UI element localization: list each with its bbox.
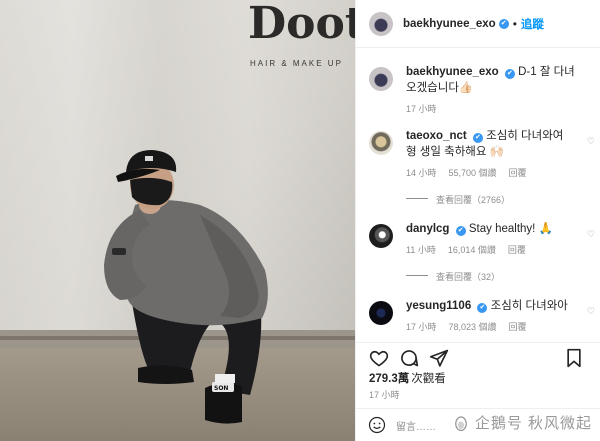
reply-button[interactable]: 回覆 [508, 243, 526, 256]
share-icon[interactable] [428, 347, 450, 369]
follow-button[interactable]: 追蹤 [521, 16, 544, 32]
verified-icon: ✔ [504, 69, 515, 79]
sign-text: Doot [248, 0, 355, 49]
commenter-username[interactable]: yesung1106 [406, 300, 471, 312]
comment-likes[interactable]: 16,014 個讚 [448, 243, 496, 256]
comment-meta: 17 小時 78,023 個讚 回覆 [406, 320, 577, 333]
watermark: 企鵝号 秋风微起 [452, 412, 592, 433]
emoji-icon[interactable] [368, 416, 386, 434]
comment-meta: 14 小時 55,700 個讚 回覆 [406, 166, 577, 179]
comment-likes[interactable]: 78,023 個讚 [449, 320, 497, 333]
view-number: 279.3萬 [369, 373, 410, 385]
action-bar [356, 342, 600, 372]
commenter-username[interactable]: taeoxo_nct [406, 130, 467, 142]
author-username[interactable]: baekhyunee_exo [403, 18, 496, 30]
view-count[interactable]: 279.3萬 次觀看 [369, 370, 446, 386]
post-panel: baekhyunee_exo ✔ • 追蹤 baekhyunee_exo ✔ D… [355, 0, 600, 441]
view-replies-button[interactable]: 查看回覆（2766） [406, 193, 577, 206]
like-comment-icon[interactable]: ♡ [587, 229, 595, 240]
like-comment-icon[interactable]: ♡ [587, 306, 595, 317]
caption-row: baekhyunee_exo ✔ D-1 잘 다녀오겠습니다👍🏻 17 小時 [356, 64, 600, 115]
comment-text: 조심히 다녀와아 [490, 300, 568, 312]
comment-time[interactable]: 17 小時 [406, 320, 437, 333]
comment-likes[interactable]: 55,700 個讚 [449, 166, 497, 179]
comment-time[interactable]: 11 小時 [406, 243, 436, 256]
comment-icon[interactable] [398, 347, 420, 369]
comment-text-block: taeoxo_nct ✔ 조심히 다녀와여 형 생일 축하해요 🙌🏻 [406, 128, 577, 160]
comments-list[interactable]: baekhyunee_exo ✔ D-1 잘 다녀오겠습니다👍🏻 17 小時 t… [356, 58, 600, 342]
comment-row: danylcg ✔ Stay healthy! 🙏 ♡ 11 小時 16,014… [356, 221, 600, 283]
caption-avatar[interactable] [369, 67, 393, 91]
comment-text: Stay healthy! 🙏 [468, 223, 553, 235]
comment-row: taeoxo_nct ✔ 조심히 다녀와여 형 생일 축하해요 🙌🏻 ♡ 14 … [356, 128, 600, 206]
watermark-text: 企鵝号 秋风微起 [474, 415, 592, 432]
comment-input[interactable]: 留言…… [396, 418, 436, 433]
reply-button[interactable]: 回覆 [509, 320, 527, 333]
comment-text-block: yesung1106 ✔ 조심히 다녀와아 [406, 298, 577, 314]
view-label: 次觀看 [411, 373, 446, 385]
bookmark-icon[interactable] [563, 347, 585, 369]
caption-text-block: baekhyunee_exo ✔ D-1 잘 다녀오겠습니다👍🏻 [406, 64, 577, 96]
penguin-logo-icon [454, 415, 467, 431]
commenter-username[interactable]: danylcg [406, 223, 449, 235]
comment-meta: 11 小時 16,014 個讚 回覆 [406, 243, 577, 256]
verified-icon: ✔ [498, 18, 509, 29]
caption-time[interactable]: 17 小時 [406, 102, 437, 115]
shoe-text: SON [214, 385, 228, 392]
heart-icon[interactable] [368, 347, 390, 369]
sign-subtext: HAIR & MAKE UP [250, 59, 343, 68]
commenter-avatar[interactable] [369, 131, 393, 155]
like-comment-icon[interactable]: ♡ [587, 136, 595, 147]
comment-time[interactable]: 14 小時 [406, 166, 437, 179]
verified-icon: ✔ [472, 133, 483, 143]
comment-row: yesung1106 ✔ 조심히 다녀와아 ♡ 17 小時 78,023 個讚 … [356, 298, 600, 333]
view-replies-button[interactable]: 查看回覆（32） [406, 270, 577, 283]
comment-text-block: danylcg ✔ Stay healthy! 🙏 [406, 221, 577, 237]
post-photo[interactable]: Doot HAIR & MAKE UP SON [0, 0, 355, 441]
separator-dot: • [512, 16, 517, 31]
commenter-avatar[interactable] [369, 224, 393, 248]
reply-button[interactable]: 回覆 [509, 166, 527, 179]
caption-meta: 17 小時 [406, 102, 577, 115]
post-time[interactable]: 17 小時 [369, 388, 400, 401]
commenter-avatar[interactable] [369, 301, 393, 325]
verified-icon: ✔ [455, 226, 466, 236]
photo-scene: Doot HAIR & MAKE UP SON [0, 0, 355, 441]
post-header: baekhyunee_exo ✔ • 追蹤 [356, 0, 600, 48]
caption-username[interactable]: baekhyunee_exo [406, 66, 499, 78]
author-avatar[interactable] [369, 11, 393, 36]
verified-icon: ✔ [477, 303, 488, 313]
